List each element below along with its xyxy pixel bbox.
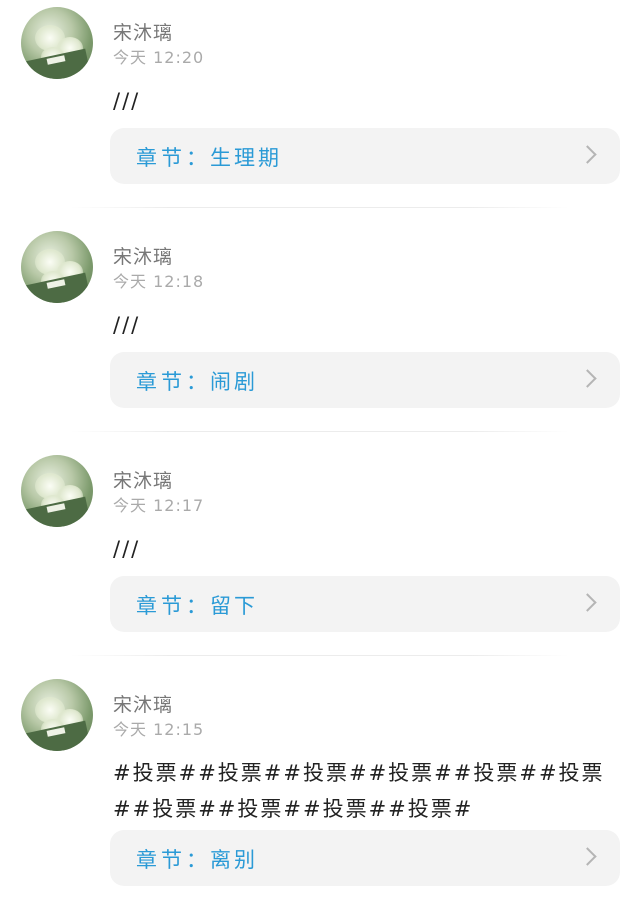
chapter-name: 闹剧 — [210, 370, 258, 394]
username[interactable]: 宋沐璃 — [113, 242, 173, 269]
chapter-name: 离别 — [210, 848, 258, 872]
chevron-right-icon — [578, 847, 597, 866]
divider — [70, 431, 570, 432]
chevron-right-icon — [578, 145, 597, 164]
comment-feed: 宋沐璃 今天 12:20 /// 章节： 生理期 宋沐璃 今天 12:18 //… — [0, 0, 640, 907]
username[interactable]: 宋沐璃 — [113, 466, 173, 493]
divider — [70, 207, 570, 208]
comment-text: #投票##投票##投票##投票##投票##投票##投票##投票##投票##投票# — [113, 761, 605, 821]
chapter-link[interactable]: 章节： 离别 — [110, 830, 620, 886]
timestamp: 今天 12:18 — [113, 272, 205, 291]
chapter-label: 章节： — [136, 146, 211, 170]
username[interactable]: 宋沐璃 — [113, 690, 173, 717]
timestamp: 今天 12:17 — [113, 496, 205, 515]
chevron-right-icon — [578, 369, 597, 388]
chevron-right-icon — [578, 593, 597, 612]
timestamp: 今天 12:20 — [113, 48, 205, 67]
timestamp: 今天 12:15 — [113, 720, 205, 739]
chapter-name: 留下 — [210, 594, 258, 618]
chapter-label: 章节： — [136, 848, 211, 872]
chapter-label: 章节： — [136, 594, 211, 618]
comment-text: /// — [113, 313, 141, 337]
username[interactable]: 宋沐璃 — [113, 18, 173, 45]
divider — [70, 655, 570, 656]
avatar[interactable] — [21, 679, 93, 751]
avatar[interactable] — [21, 231, 93, 303]
comment-text: /// — [113, 537, 141, 561]
chapter-link[interactable]: 章节： 留下 — [110, 576, 620, 632]
chapter-label: 章节： — [136, 370, 211, 394]
chapter-name: 生理期 — [210, 146, 282, 170]
chapter-link[interactable]: 章节： 生理期 — [110, 128, 620, 184]
avatar[interactable] — [21, 455, 93, 527]
avatar[interactable] — [21, 7, 93, 79]
comment-text: /// — [113, 89, 141, 113]
chapter-link[interactable]: 章节： 闹剧 — [110, 352, 620, 408]
